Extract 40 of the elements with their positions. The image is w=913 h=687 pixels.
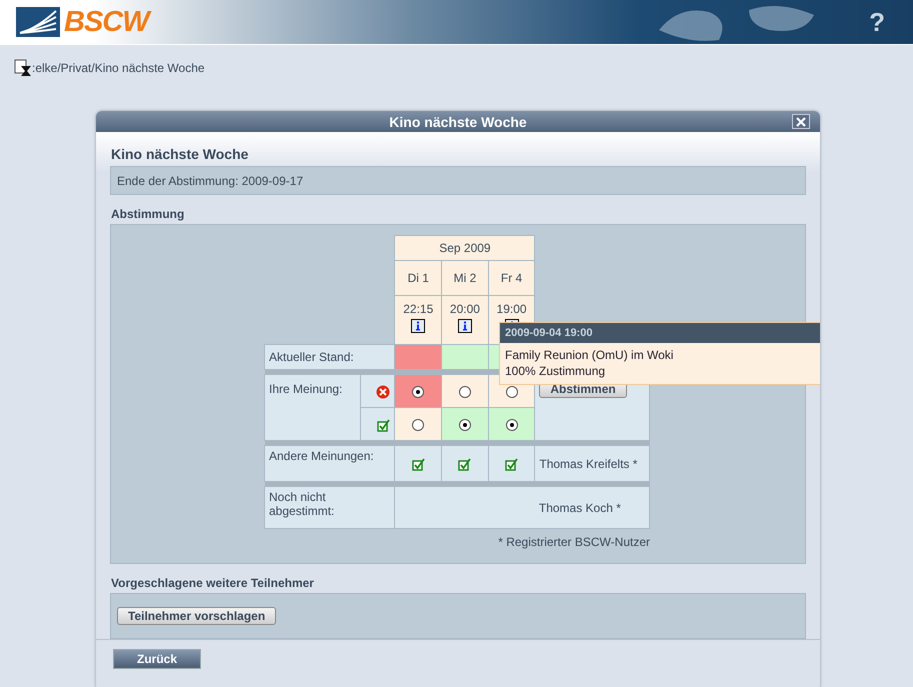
radio-button[interactable]: [458, 419, 471, 432]
row-label: Noch nicht abgestimmt:: [264, 486, 395, 529]
row-label: Aktueller Stand:: [264, 344, 395, 370]
user-name: Thomas Kreifelts *: [534, 446, 650, 482]
logo-text: BSCW: [64, 6, 149, 38]
day-header: Mi 2: [442, 260, 488, 296]
reject-icon: [376, 384, 390, 399]
calendar-icon: [14, 59, 32, 77]
section-title: Vorgeschlagene weitere Teilnehmer: [111, 576, 315, 590]
section-title: Abstimmung: [111, 207, 186, 222]
poll-heading: Kino nächste Woche: [111, 146, 250, 162]
time-text: 22:15: [402, 302, 434, 316]
radio-button[interactable]: [506, 386, 518, 398]
info-icon[interactable]: [411, 319, 426, 334]
month-header: Sep 2009: [394, 236, 535, 261]
time-text: 19:00: [496, 302, 528, 316]
suggest-button[interactable]: Teilnehmer vorschlagen: [117, 607, 276, 626]
radio-button[interactable]: [458, 386, 471, 398]
approve-icon: [377, 418, 390, 432]
radio-button[interactable]: [506, 419, 518, 432]
radio-button[interactable]: [412, 386, 424, 398]
tooltip-text: Family Reunion (OmU) im Woki: [505, 347, 674, 364]
breadcrumb-path[interactable]: :elke/Privat/Kino nächste Woche: [32, 61, 205, 75]
time-text: 20:00: [448, 302, 481, 316]
dialog-title: Kino nächste Woche: [389, 114, 527, 130]
tooltip-text: 100% Zustimmung: [505, 363, 606, 380]
logo-icon: [16, 7, 60, 37]
row-label: Andere Meinungen:: [264, 446, 395, 482]
day-header: Fr 4: [488, 260, 535, 296]
tooltip-title: 2009-09-04 19:00: [500, 323, 820, 344]
day-header: Di 1: [394, 260, 442, 296]
info-icon[interactable]: [458, 319, 472, 334]
user-name: Thomas Koch *: [534, 486, 650, 529]
deadline-text: Ende der Abstimmung: 2009-09-17: [117, 174, 304, 188]
back-button[interactable]: Zurück: [113, 648, 201, 669]
footnote: * Registrierter BSCW-Nutzer: [497, 535, 650, 550]
row-label: Ihre Meinung:: [264, 374, 360, 441]
radio-button[interactable]: [412, 419, 424, 432]
close-button[interactable]: [792, 114, 810, 129]
help-button[interactable]: ?: [869, 6, 885, 38]
